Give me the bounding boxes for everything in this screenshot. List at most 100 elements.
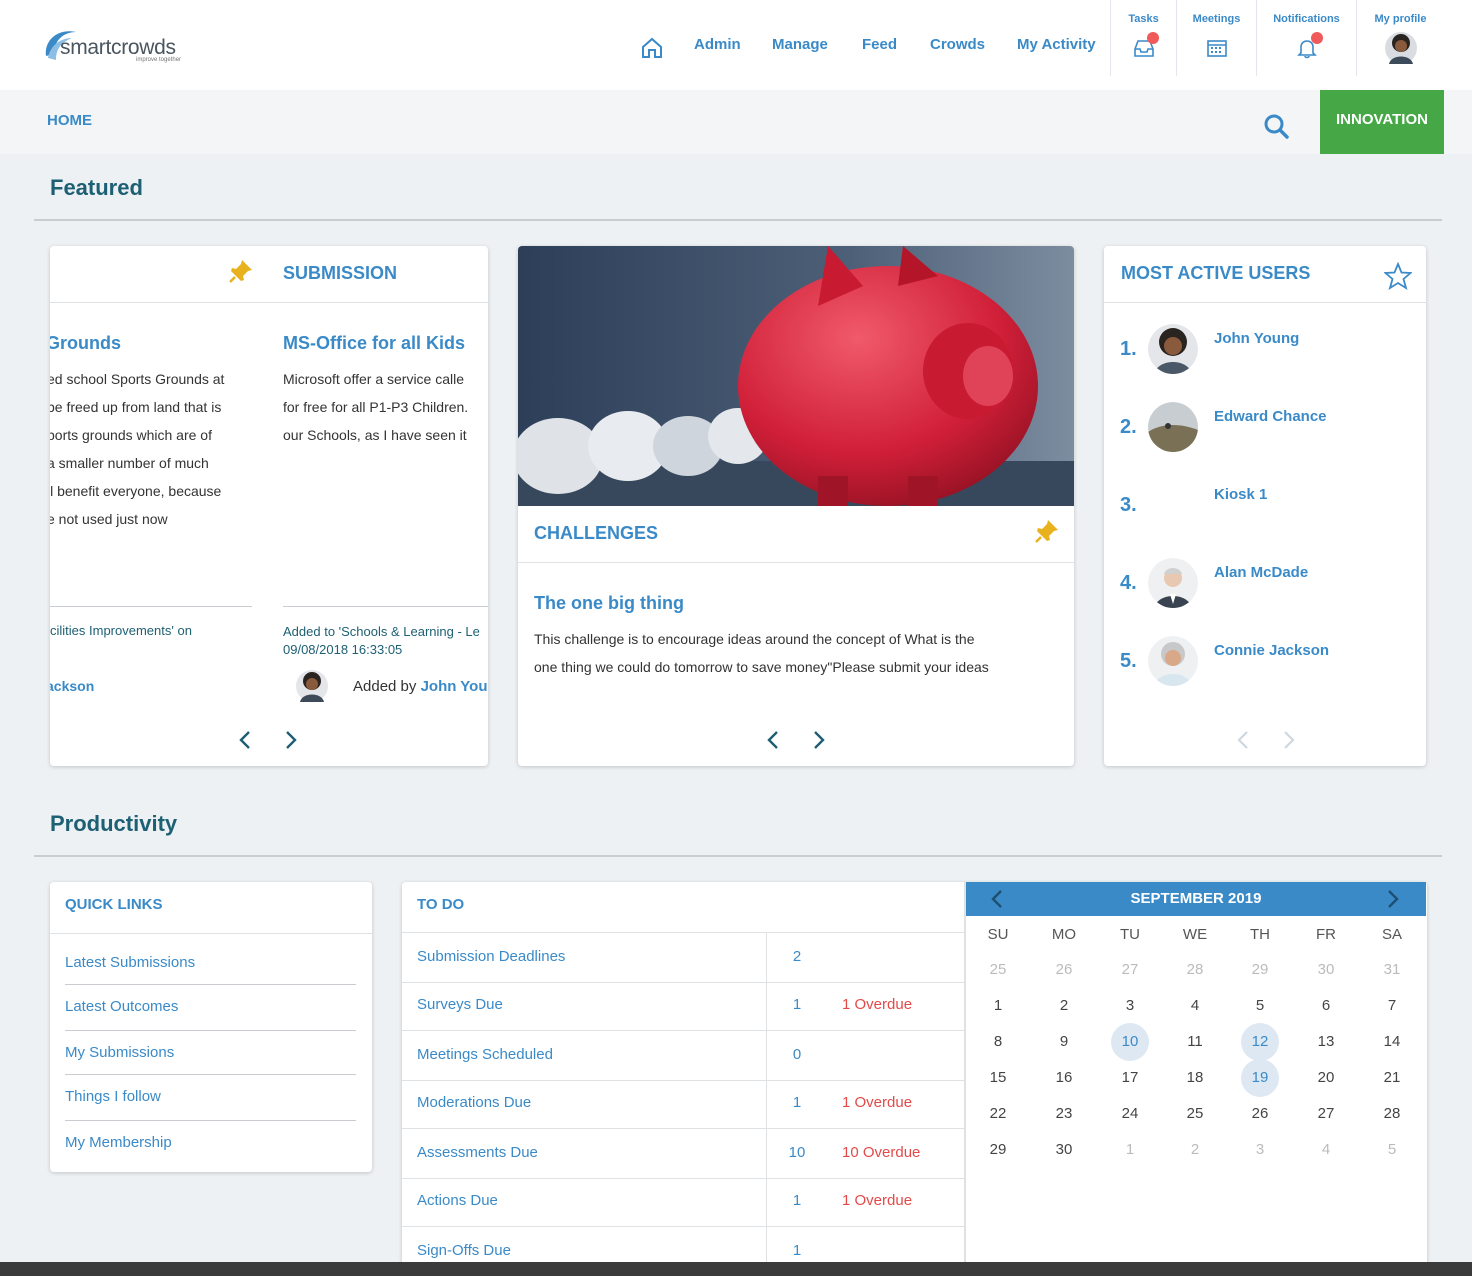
calendar-day[interactable]: 7 bbox=[1373, 987, 1411, 1025]
tasks-button[interactable]: Tasks bbox=[1110, 0, 1176, 76]
next-arrow-icon[interactable] bbox=[278, 728, 302, 752]
calendar-day[interactable]: 15 bbox=[979, 1059, 1017, 1097]
user-name[interactable]: Alan McDade bbox=[1214, 564, 1308, 581]
todo-overdue[interactable]: 1 Overdue bbox=[842, 1094, 912, 1111]
nav-my-activity[interactable]: My Activity bbox=[1017, 36, 1096, 53]
notifications-button[interactable]: Notifications bbox=[1256, 0, 1356, 76]
quick-link-my-membership[interactable]: My Membership bbox=[65, 1134, 172, 1151]
nav-admin[interactable]: Admin bbox=[694, 36, 741, 53]
calendar-day[interactable]: 25 bbox=[979, 951, 1017, 989]
calendar-day[interactable]: 20 bbox=[1307, 1059, 1345, 1097]
todo-label[interactable]: Moderations Due bbox=[417, 1094, 531, 1111]
calendar-day[interactable]: 17 bbox=[1111, 1059, 1149, 1097]
todo-count[interactable]: 1 bbox=[767, 1094, 827, 1111]
todo-overdue[interactable]: 1 Overdue bbox=[842, 996, 912, 1013]
calendar-day[interactable]: 27 bbox=[1111, 951, 1149, 989]
todo-count[interactable]: 1 bbox=[767, 1242, 827, 1259]
calendar-day[interactable]: 26 bbox=[1241, 1095, 1279, 1133]
calendar-day[interactable]: 5 bbox=[1241, 987, 1279, 1025]
calendar-day[interactable]: 28 bbox=[1176, 951, 1214, 989]
meetings-button[interactable]: Meetings bbox=[1176, 0, 1256, 76]
calendar-day[interactable]: 19 bbox=[1241, 1059, 1279, 1097]
user-name[interactable]: Kiosk 1 bbox=[1214, 486, 1267, 503]
star-icon[interactable] bbox=[1384, 262, 1412, 290]
nav-manage[interactable]: Manage bbox=[772, 36, 828, 53]
calendar-day[interactable]: 2 bbox=[1176, 1131, 1214, 1169]
calendar-day[interactable]: 1 bbox=[1111, 1131, 1149, 1169]
pin-icon[interactable] bbox=[228, 258, 254, 284]
nav-feed[interactable]: Feed bbox=[862, 36, 897, 53]
todo-count[interactable]: 1 bbox=[767, 1192, 827, 1209]
user-name[interactable]: John Young bbox=[1214, 330, 1299, 347]
calendar-day[interactable]: 8 bbox=[979, 1023, 1017, 1061]
author-avatar[interactable] bbox=[296, 670, 328, 702]
calendar-day[interactable]: 5 bbox=[1373, 1131, 1411, 1169]
prev-arrow-icon[interactable] bbox=[1232, 728, 1256, 752]
challenge-image[interactable] bbox=[518, 246, 1074, 506]
nav-crowds[interactable]: Crowds bbox=[930, 36, 985, 53]
calendar-day[interactable]: 24 bbox=[1111, 1095, 1149, 1133]
quick-link-my-submissions[interactable]: My Submissions bbox=[65, 1044, 174, 1061]
prev-arrow-icon[interactable] bbox=[234, 728, 258, 752]
todo-count[interactable]: 1 bbox=[767, 996, 827, 1013]
calendar-day[interactable]: 10 bbox=[1111, 1023, 1149, 1061]
quick-link-latest-outcomes[interactable]: Latest Outcomes bbox=[65, 998, 178, 1015]
calendar-day[interactable]: 30 bbox=[1307, 951, 1345, 989]
todo-label[interactable]: Submission Deadlines bbox=[417, 948, 565, 965]
todo-count[interactable]: 2 bbox=[767, 948, 827, 965]
next-arrow-icon[interactable] bbox=[1276, 728, 1300, 752]
calendar-day[interactable]: 4 bbox=[1176, 987, 1214, 1025]
calendar-day[interactable]: 28 bbox=[1373, 1095, 1411, 1133]
quick-link-latest-submissions[interactable]: Latest Submissions bbox=[65, 954, 195, 971]
todo-label[interactable]: Meetings Scheduled bbox=[417, 1046, 553, 1063]
pin-icon[interactable] bbox=[1034, 518, 1060, 544]
calendar-day[interactable]: 26 bbox=[1045, 951, 1083, 989]
calendar-day[interactable]: 9 bbox=[1045, 1023, 1083, 1061]
todo-label[interactable]: Assessments Due bbox=[417, 1144, 538, 1161]
todo-label[interactable]: Surveys Due bbox=[417, 996, 503, 1013]
previous-submission-title[interactable]: Grounds bbox=[50, 333, 121, 354]
home-icon[interactable] bbox=[640, 36, 664, 60]
breadcrumb-home[interactable]: HOME bbox=[47, 112, 92, 129]
calendar-day[interactable]: 25 bbox=[1176, 1095, 1214, 1133]
next-month-icon[interactable] bbox=[1380, 887, 1404, 911]
quick-link-things-i-follow[interactable]: Things I follow bbox=[65, 1088, 161, 1105]
calendar-day[interactable]: 1 bbox=[979, 987, 1017, 1025]
calendar-day[interactable]: 29 bbox=[1241, 951, 1279, 989]
calendar-day[interactable]: 18 bbox=[1176, 1059, 1214, 1097]
innovation-button[interactable]: INNOVATION bbox=[1320, 90, 1444, 154]
calendar-day[interactable]: 14 bbox=[1373, 1023, 1411, 1061]
prev-arrow-icon[interactable] bbox=[762, 728, 786, 752]
todo-count[interactable]: 0 bbox=[767, 1046, 827, 1063]
next-arrow-icon[interactable] bbox=[806, 728, 830, 752]
previous-submission-author[interactable]: ackson bbox=[50, 678, 94, 694]
calendar-day[interactable]: 22 bbox=[979, 1095, 1017, 1133]
calendar-day[interactable]: 11 bbox=[1176, 1023, 1214, 1061]
search-icon[interactable] bbox=[1262, 112, 1290, 140]
calendar-day[interactable]: 21 bbox=[1373, 1059, 1411, 1097]
calendar-day[interactable]: 4 bbox=[1307, 1131, 1345, 1169]
todo-label[interactable]: Actions Due bbox=[417, 1192, 498, 1209]
my-profile-button[interactable]: My profile bbox=[1356, 0, 1444, 76]
calendar-day[interactable]: 12 bbox=[1241, 1023, 1279, 1061]
todo-overdue[interactable]: 1 Overdue bbox=[842, 1192, 912, 1209]
submission-category[interactable]: Added to 'Schools & Learning - Le bbox=[283, 623, 488, 641]
calendar-day[interactable]: 6 bbox=[1307, 987, 1345, 1025]
user-name[interactable]: Connie Jackson bbox=[1214, 642, 1329, 659]
challenge-title[interactable]: The one big thing bbox=[534, 593, 684, 614]
todo-label[interactable]: Sign-Offs Due bbox=[417, 1242, 511, 1259]
calendar-day[interactable]: 3 bbox=[1111, 987, 1149, 1025]
calendar-day[interactable]: 27 bbox=[1307, 1095, 1345, 1133]
user-name[interactable]: Edward Chance bbox=[1214, 408, 1327, 425]
calendar-day[interactable]: 2 bbox=[1045, 987, 1083, 1025]
calendar-day[interactable]: 23 bbox=[1045, 1095, 1083, 1133]
submission-title[interactable]: MS-Office for all Kids bbox=[283, 333, 465, 354]
calendar-day[interactable]: 16 bbox=[1045, 1059, 1083, 1097]
calendar-day[interactable]: 31 bbox=[1373, 951, 1411, 989]
todo-count[interactable]: 10 bbox=[767, 1144, 827, 1161]
calendar-day[interactable]: 13 bbox=[1307, 1023, 1345, 1061]
added-by-author[interactable]: John You bbox=[421, 678, 488, 695]
calendar-day[interactable]: 30 bbox=[1045, 1131, 1083, 1169]
todo-overdue[interactable]: 10 Overdue bbox=[842, 1144, 920, 1161]
calendar-day[interactable]: 3 bbox=[1241, 1131, 1279, 1169]
